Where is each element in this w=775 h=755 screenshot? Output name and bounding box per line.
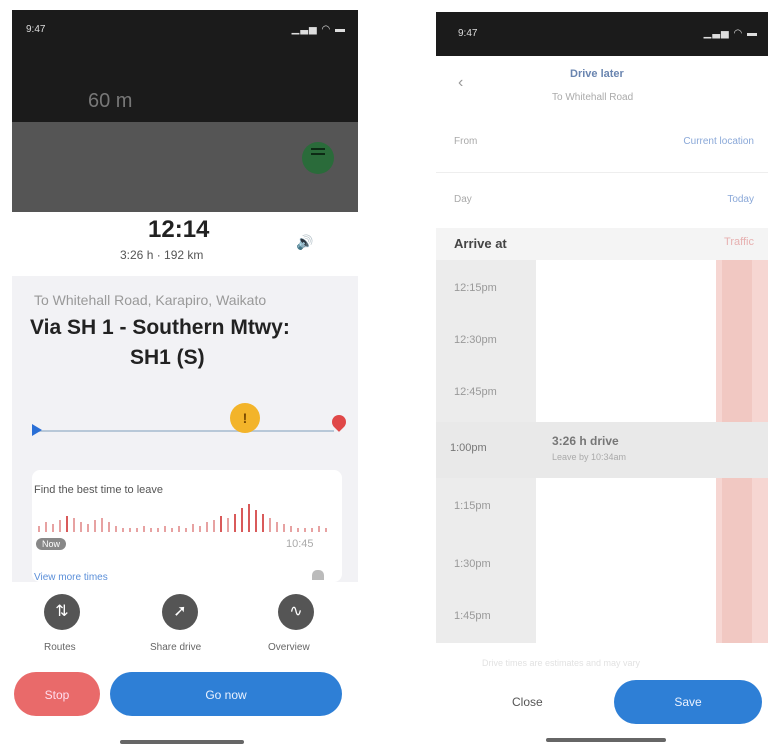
routes-icon[interactable]: ⇅ (44, 594, 80, 630)
home-indicator[interactable] (546, 738, 666, 742)
status-bar: 9:47 ▁▃▅ ◠ ▬ (436, 12, 768, 56)
traffic-bar (80, 522, 82, 532)
traffic-bar (171, 528, 173, 532)
drive-later-screen: 9:47 ▁▃▅ ◠ ▬ ‹ Drive later To Whitehall … (436, 12, 768, 750)
traffic-bar (164, 526, 166, 532)
time-option[interactable]: 12:45pm (454, 386, 497, 398)
traffic-bar (213, 520, 215, 532)
traffic-bar (150, 528, 152, 532)
traffic-bar (304, 528, 306, 532)
traffic-label: Traffic (724, 236, 754, 248)
traffic-bar (101, 518, 103, 532)
warning-icon[interactable]: ! (230, 403, 260, 433)
time-option[interactable]: 1:15pm (454, 500, 491, 512)
traffic-bar (318, 526, 320, 532)
traffic-bar (122, 528, 124, 532)
share-drive-icon[interactable]: ➚ (162, 594, 198, 630)
disclaimer-text: Drive times are estimates and may vary (482, 658, 641, 668)
divider (436, 172, 768, 173)
overview-icon[interactable]: ∿ (278, 594, 314, 630)
traffic-bar (45, 522, 47, 532)
selected-drive-duration: 3:26 h drive (552, 434, 619, 448)
time-option[interactable]: 1:30pm (454, 558, 491, 570)
time-option[interactable]: 1:45pm (454, 610, 491, 622)
route-progress-track (34, 430, 334, 432)
status-icons: ▁▃▅ ◠ ▬ (291, 24, 346, 35)
status-icons: ▁▃▅ ◠ ▬ (703, 28, 758, 39)
navigation-screen: 9:47 ▁▃▅ ◠ ▬ 60 m 12:14 3:26 h · 192 km … (12, 10, 358, 750)
traffic-bar (283, 524, 285, 532)
traffic-bar (192, 524, 194, 532)
go-now-button[interactable]: Go now (110, 672, 342, 716)
traffic-bar (199, 526, 201, 532)
traffic-bar (227, 518, 229, 532)
traffic-bar (52, 524, 54, 532)
traffic-bar (248, 504, 250, 532)
traffic-bar (276, 522, 278, 532)
trip-duration-distance: 3:26 h · 192 km (120, 248, 204, 262)
chevron-icon (312, 570, 324, 580)
home-indicator[interactable] (120, 740, 244, 744)
routes-label[interactable]: Routes (44, 642, 76, 653)
traffic-bar (115, 526, 117, 532)
traffic-bar (290, 526, 292, 532)
traffic-bar (157, 528, 159, 532)
from-label: From (454, 136, 478, 147)
traffic-bar (66, 516, 68, 532)
save-button[interactable]: Save (614, 680, 762, 724)
traffic-bar (269, 518, 271, 532)
day-value[interactable]: Today (727, 194, 754, 205)
best-time-title: Find the best time to leave (34, 484, 164, 496)
from-value[interactable]: Current location (683, 136, 754, 147)
status-time: 9:47 (458, 28, 478, 39)
traffic-bar (255, 510, 257, 532)
traffic-bar (178, 526, 180, 532)
header (436, 56, 768, 112)
traffic-bar (325, 528, 327, 532)
traffic-bar (220, 516, 222, 532)
traffic-bar (73, 518, 75, 532)
selected-time[interactable]: 1:00pm (450, 442, 487, 454)
traffic-bar (143, 526, 145, 532)
traffic-bar (185, 528, 187, 532)
selected-leave-by: Leave by 10:34am (552, 452, 627, 462)
route-name-line2: SH1 (S) (130, 346, 205, 369)
share-drive-label[interactable]: Share drive (150, 642, 201, 653)
destination-text: To Whitehall Road, Karapiro, Waikato (34, 292, 267, 308)
traffic-bar (311, 528, 313, 532)
close-button[interactable]: Close (506, 694, 549, 710)
traffic-bar (38, 526, 40, 532)
traffic-bars (38, 502, 332, 532)
time-option[interactable]: 12:15pm (454, 282, 497, 294)
day-label: Day (454, 194, 472, 205)
traffic-bar (87, 524, 89, 532)
next-turn-distance: 60 m (88, 90, 133, 112)
page-title: Drive later (570, 68, 624, 80)
spotify-icon[interactable] (302, 142, 334, 174)
time-option[interactable]: 12:30pm (454, 334, 497, 346)
traffic-bar (129, 528, 131, 532)
traffic-bar (241, 508, 243, 532)
arrive-at-label: Arrive at (454, 236, 507, 251)
stop-button[interactable]: Stop (14, 672, 100, 716)
traffic-bar (262, 514, 264, 532)
traffic-bar (136, 528, 138, 532)
traffic-bar (59, 520, 61, 532)
overview-label[interactable]: Overview (268, 642, 310, 653)
route-name-line1: Via SH 1 - Southern Mtwy: (30, 316, 290, 339)
now-badge: Now (36, 538, 67, 550)
traffic-bar (234, 514, 236, 532)
speaker-icon[interactable]: 🔊 (296, 234, 313, 251)
arrival-time: 12:14 (148, 216, 210, 243)
status-time: 9:47 (26, 24, 46, 35)
current-position-icon (32, 424, 42, 436)
back-icon[interactable]: ‹ (458, 74, 463, 92)
traffic-bar (94, 520, 96, 532)
traffic-bar (297, 528, 299, 532)
traffic-bar (108, 522, 110, 532)
page-subtitle: To Whitehall Road (552, 92, 634, 103)
leave-time-label: 10:45 (286, 538, 314, 550)
traffic-bar (206, 522, 208, 532)
map-view-lower[interactable] (12, 122, 358, 220)
